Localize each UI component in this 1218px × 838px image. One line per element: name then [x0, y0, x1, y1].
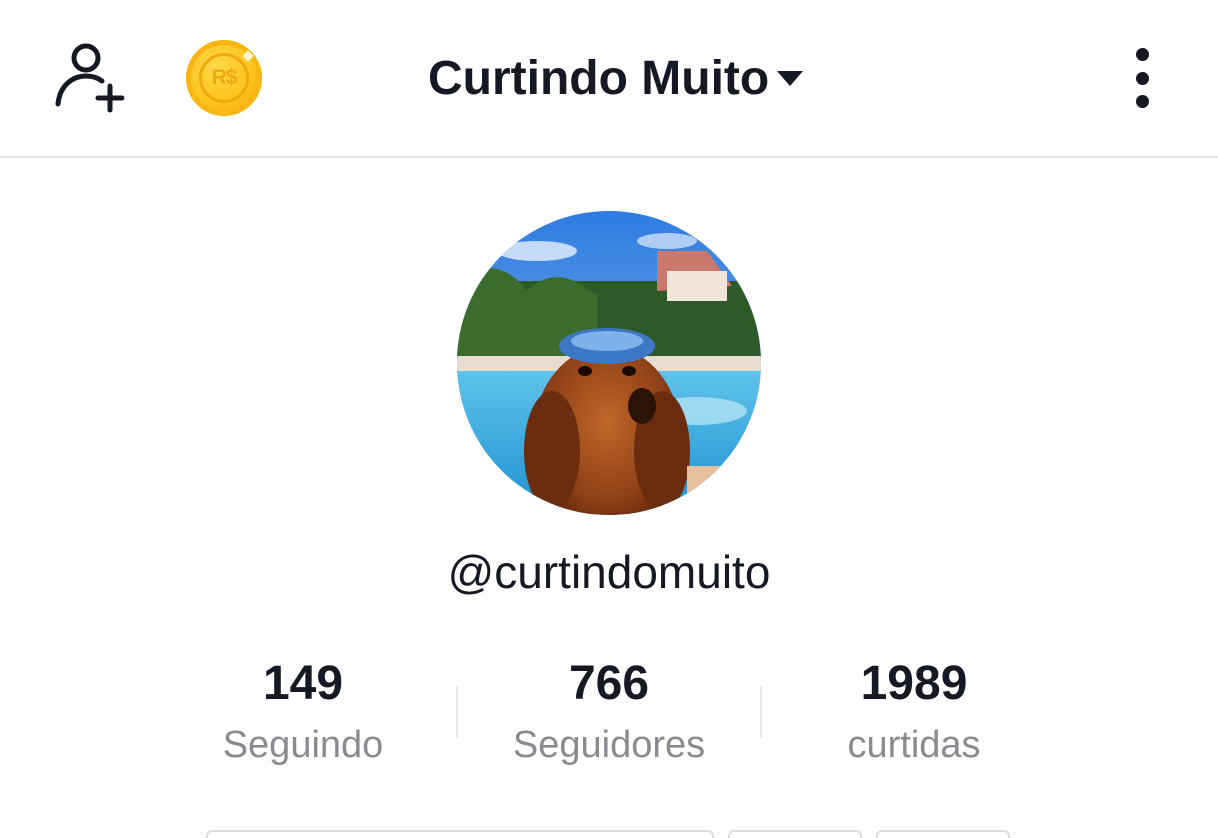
add-user-icon[interactable] [52, 40, 132, 116]
stat-value: 149 [262, 657, 344, 710]
more-dot [1135, 71, 1149, 85]
stat-likes[interactable]: 1989 curtidas [794, 655, 1034, 769]
avatar-photo [457, 211, 761, 515]
stat-label: Seguidores [512, 724, 706, 766]
sparkle-icon [242, 50, 254, 62]
more-dot [1135, 95, 1149, 108]
username: @curtindomuito [447, 546, 771, 598]
caret-down-icon [777, 70, 804, 86]
stat-value: 766 [568, 657, 650, 710]
avatar[interactable] [457, 211, 761, 515]
top-bar: R$ Curtindo Muito [0, 0, 1218, 158]
stat-value: 1989 [860, 657, 968, 710]
coin-label: R$ [199, 53, 249, 103]
stat-divider [760, 686, 762, 738]
stat-followers[interactable]: 766 Seguidores [489, 655, 729, 769]
account-switcher[interactable]: Curtindo Muito [428, 46, 804, 110]
stat-label: curtidas [847, 724, 981, 766]
more-dot [1135, 48, 1149, 61]
action-button[interactable] [876, 830, 1010, 838]
stat-label: Seguindo [222, 724, 384, 766]
profile-screen: R$ Curtindo Muito @curtindomuito 149 Seg… [0, 0, 1218, 838]
more-vertical-icon[interactable] [1120, 44, 1164, 112]
stat-divider [456, 686, 458, 738]
stat-following[interactable]: 149 Seguindo [183, 655, 423, 769]
edit-profile-button[interactable] [206, 830, 714, 838]
coin-icon[interactable]: R$ [186, 40, 262, 116]
action-button[interactable] [728, 830, 862, 838]
account-name: Curtindo Muito [428, 51, 770, 105]
